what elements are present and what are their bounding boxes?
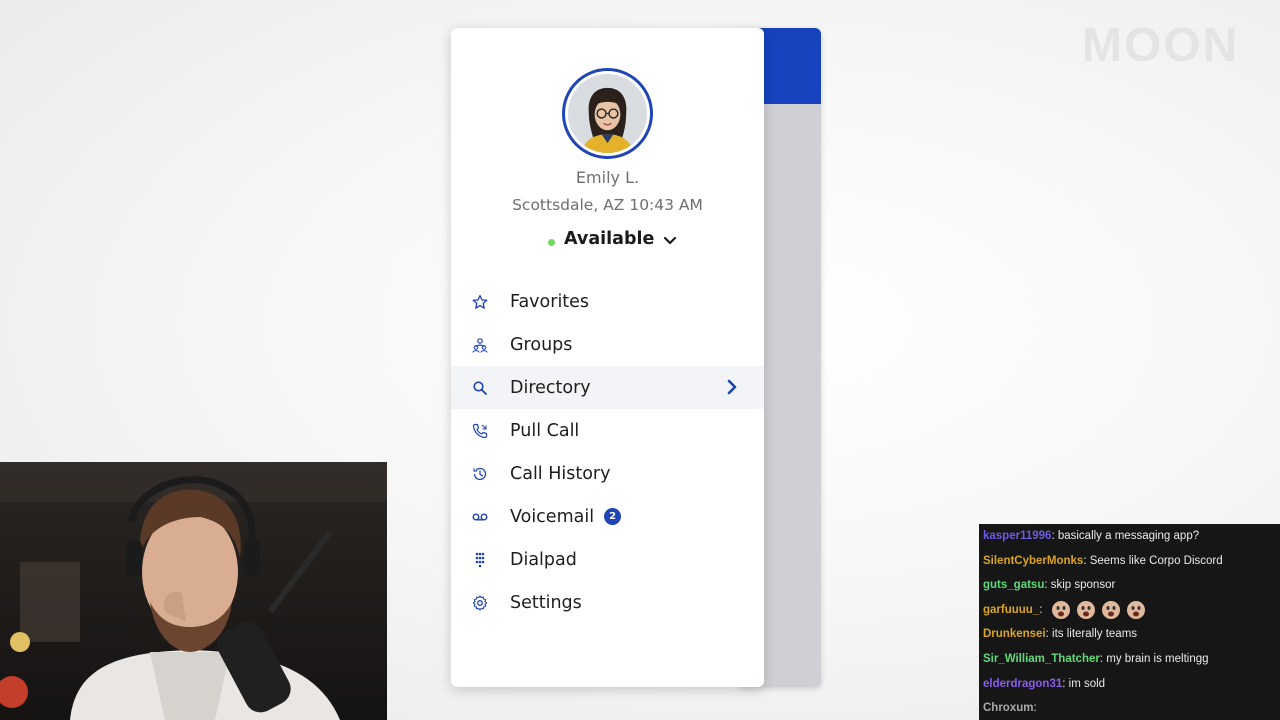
chat-text: skip sponsor (1050, 579, 1116, 592)
chat-text: Seems like Corpo Discord (1089, 554, 1223, 567)
chat-message: garfuuuu_: (979, 598, 1280, 623)
chat-overlay: kasper11996: basically a messaging app? S… (979, 524, 1280, 720)
chat-username[interactable]: Drunkensei (983, 628, 1046, 640)
chevron-down-icon (664, 236, 677, 245)
groups-icon (471, 336, 489, 354)
nav-menu: Favorites Groups Directory Pull Call Cal… (451, 280, 764, 624)
emote-icon (1051, 600, 1070, 619)
search-icon (471, 379, 489, 397)
chat-message: Drunkensei: its literally teams (979, 622, 1280, 647)
chat-text: im sold (1068, 677, 1106, 690)
avatar[interactable] (562, 68, 653, 159)
voicemail-icon (471, 508, 489, 526)
chat-text: my brain is meltingg (1106, 652, 1209, 665)
dialpad-icon (471, 551, 489, 569)
chat-message: kasper11996: basically a messaging app? (979, 524, 1280, 549)
chat-message: guts_gatsu: skip sponsor (979, 573, 1280, 598)
nav-item-voicemail[interactable]: Voicemail 2 (451, 495, 764, 538)
nav-item-settings[interactable]: Settings (451, 581, 764, 624)
history-icon (471, 465, 489, 483)
user-location-time: Scottsdale, AZ 10:43 AM (512, 196, 703, 214)
nav-item-favorites[interactable]: Favorites (451, 280, 764, 323)
nav-item-label: Dialpad (510, 549, 577, 570)
chat-username[interactable]: elderdragon31 (983, 678, 1062, 690)
nav-item-pull-call[interactable]: Pull Call (451, 409, 764, 452)
chat-message: Sir_William_Thatcher: my brain is meltin… (979, 647, 1280, 672)
avatar-photo (568, 74, 647, 153)
chat-message: SilentCyberMonks: Seems like Corpo Disco… (979, 549, 1280, 574)
chat-username[interactable]: Sir_William_Thatcher (983, 653, 1100, 665)
chat-username[interactable]: kasper11996 (983, 530, 1051, 542)
status-dropdown[interactable]: Available (548, 227, 677, 251)
nav-item-label: Groups (510, 334, 573, 355)
emote-icon (1126, 600, 1145, 619)
nav-item-call-history[interactable]: Call History (451, 452, 764, 495)
emote-icon (1076, 600, 1095, 619)
phone-icon (471, 422, 489, 440)
chat-separator: : (1033, 702, 1037, 715)
chat-separator: : (1039, 603, 1046, 616)
user-name: Emily L. (575, 168, 640, 187)
nav-item-label: Directory (510, 377, 591, 398)
nav-item-dialpad[interactable]: Dialpad (451, 538, 764, 581)
voicemail-count-badge: 2 (604, 508, 622, 525)
nav-item-label: Settings (510, 592, 582, 613)
status-label: Available (564, 229, 655, 249)
watermark-logo: MOON (1082, 19, 1240, 72)
nav-item-label: Pull Call (510, 420, 580, 441)
nav-item-groups[interactable]: Groups (451, 323, 764, 366)
nav-item-label: Favorites (510, 291, 590, 312)
nav-item-directory[interactable]: Directory (451, 366, 764, 409)
chat-message: elderdragon31: im sold (979, 672, 1280, 697)
chevron-right-icon (727, 379, 737, 395)
nav-item-label: Voicemail (510, 506, 595, 527)
webcam-overlay (0, 462, 387, 720)
sidebar-panel: Emily L. Scottsdale, AZ 10:43 AM Availab… (451, 28, 764, 687)
nav-item-label: Call History (510, 463, 611, 484)
chat-message: Chroxum: (979, 696, 1280, 720)
chat-username[interactable]: Chroxum (983, 702, 1033, 714)
chat-username[interactable]: SilentCyberMonks (983, 555, 1083, 567)
status-indicator (548, 238, 555, 246)
chat-username[interactable]: guts_gatsu (983, 579, 1044, 591)
chat-text: basically a messaging app? (1057, 530, 1200, 542)
emote-icon (1101, 600, 1120, 619)
star-icon (471, 293, 489, 311)
gear-icon (471, 594, 489, 612)
chat-username[interactable]: garfuuuu_ (983, 604, 1039, 616)
chat-text: its literally teams (1052, 628, 1138, 641)
